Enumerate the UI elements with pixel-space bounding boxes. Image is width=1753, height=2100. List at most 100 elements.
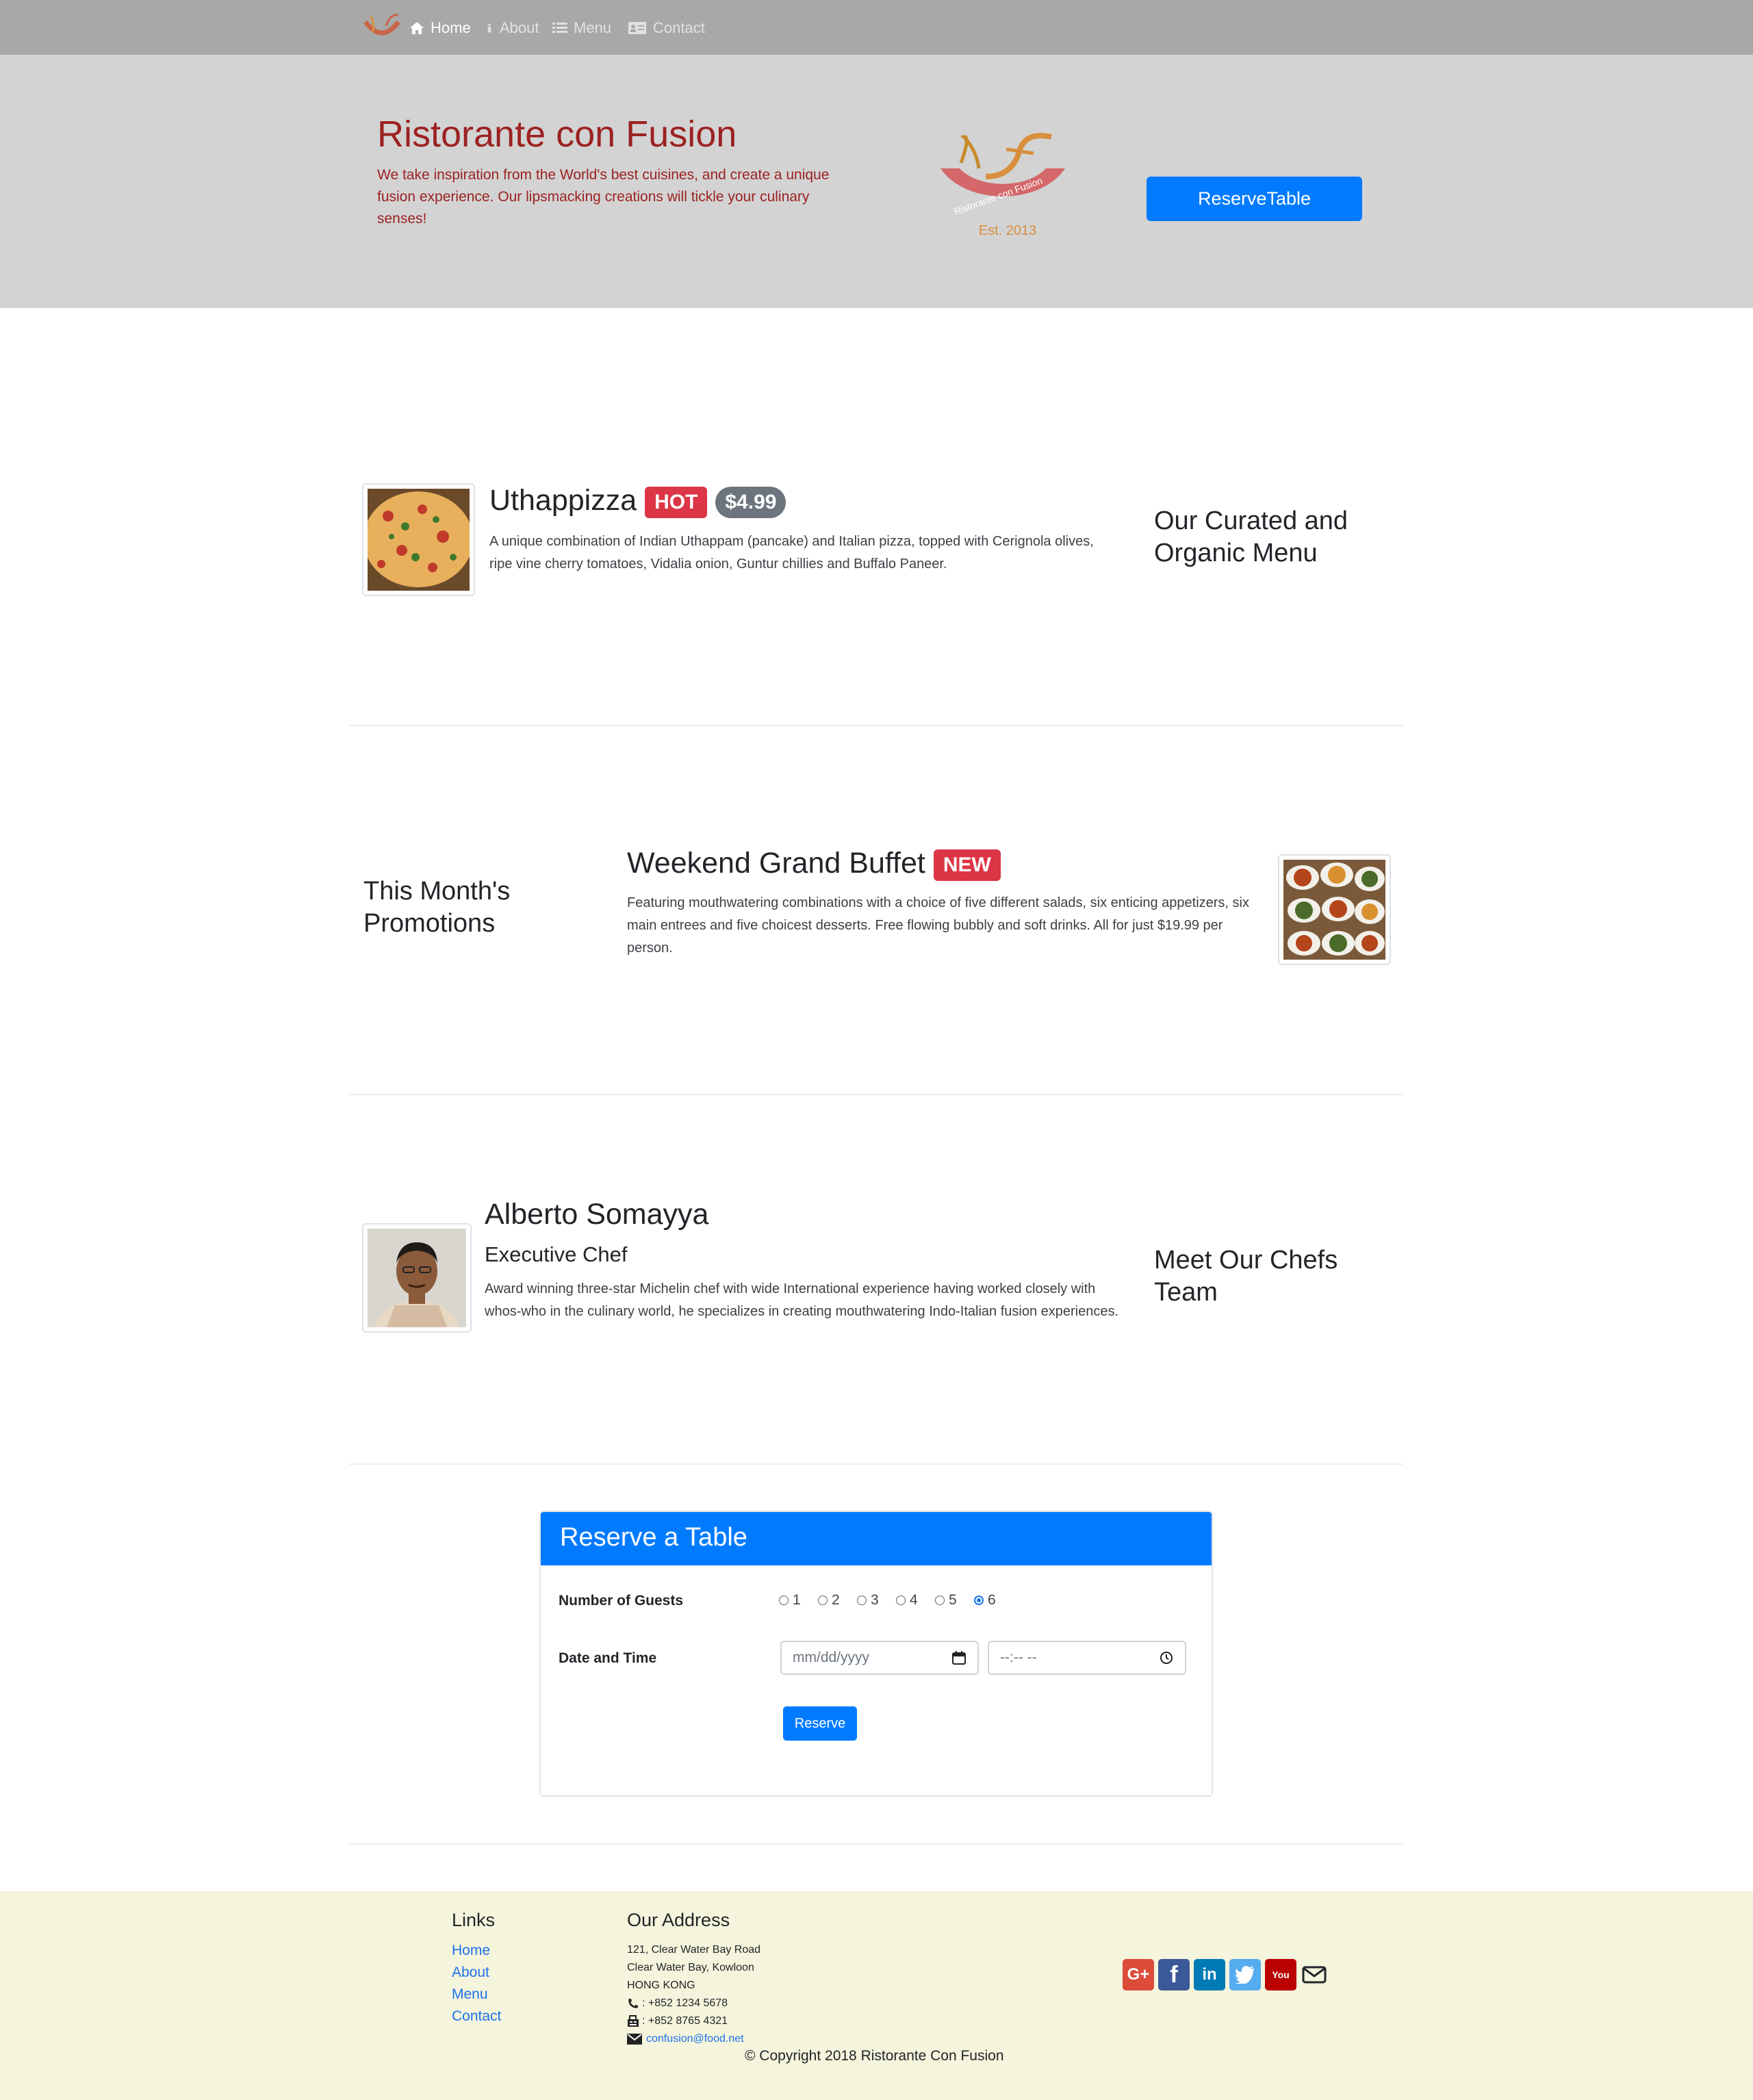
chef-section-title: Meet Our Chefs Team — [1154, 1246, 1338, 1307]
dish-name: Uthappizza — [489, 484, 637, 517]
radio-circle-selected[interactable] — [974, 1596, 984, 1605]
facebook-icon[interactable]: f — [1158, 1959, 1190, 1990]
chef-name: Alberto Somayya — [485, 1198, 709, 1231]
linkedin-icon[interactable]: in — [1194, 1959, 1225, 1990]
footer-link-about[interactable]: About — [452, 1962, 501, 1984]
phone-row: : +852 1234 5678 — [627, 1995, 760, 2012]
card-header: Reserve a Table — [541, 1512, 1212, 1565]
footer-links: Home About Menu Contact — [452, 1940, 501, 2027]
guests-label: Number of Guests — [559, 1593, 684, 1609]
chef-designation: Executive Chef — [485, 1242, 628, 1266]
copyright-text: © Copyright 2018 Ristorante Con Fusion — [745, 2048, 1004, 2064]
guest-radio-4[interactable]: 4 — [896, 1592, 918, 1609]
dish-description: A unique combination of Indian Uthappam … — [489, 534, 1094, 572]
social-glyph: in — [1202, 1965, 1217, 1984]
divider — [349, 725, 1403, 726]
address-card-icon — [628, 22, 646, 34]
promotion-description: Featuring mouthwatering combinations wit… — [627, 895, 1249, 956]
phone-icon — [628, 1999, 638, 2008]
chef-description: Award winning three-star Michelin chef w… — [485, 1281, 1119, 1319]
nav-about-label: About — [500, 19, 539, 36]
guest-option-label: 4 — [910, 1592, 918, 1608]
price-badge: $4.99 — [715, 486, 786, 518]
time-input[interactable]: --:-- -- — [988, 1641, 1186, 1675]
envelope-icon[interactable] — [1302, 1966, 1327, 1987]
divider — [349, 1094, 1403, 1095]
calendar-icon[interactable] — [951, 1650, 967, 1665]
guest-radio-3[interactable]: 3 — [857, 1592, 879, 1609]
nav-contact[interactable]: Contact — [627, 16, 705, 40]
radio-circle[interactable] — [896, 1596, 906, 1605]
logo-est-text: Est. 2013 — [979, 223, 1037, 238]
footer-link-contact[interactable]: Contact — [452, 2006, 501, 2027]
guest-option-label: 1 — [793, 1592, 801, 1608]
guest-option-label: 3 — [871, 1592, 879, 1608]
promotion-name: Weekend Grand Buffet — [627, 847, 925, 880]
info-icon — [487, 23, 491, 33]
nav-about[interactable]: About — [485, 16, 539, 40]
fax-icon — [628, 2015, 639, 2027]
datetime-label: Date and Time — [559, 1650, 657, 1666]
brand-logo-icon[interactable] — [363, 12, 401, 41]
nav-menu-label: Menu — [574, 19, 612, 36]
dish-heading: Uthappizza HOT $4.99 — [489, 484, 786, 518]
guest-option-label: 5 — [949, 1592, 957, 1608]
radio-circle[interactable] — [779, 1596, 789, 1605]
reserve-submit-button[interactable]: Reserve — [783, 1706, 857, 1741]
dish-thumbnail — [362, 483, 475, 596]
twitter-bird — [1235, 1966, 1255, 1984]
guest-option-label: 2 — [832, 1592, 840, 1608]
brand-title: Ristorante con Fusion — [377, 114, 737, 155]
time-placeholder: --:-- -- — [1000, 1650, 1037, 1665]
list-icon — [552, 23, 567, 33]
brand-description: We take inspiration from the World's bes… — [377, 167, 830, 227]
footer-link-menu[interactable]: Menu — [452, 1984, 501, 2006]
nav-home-label: Home — [431, 19, 471, 36]
dish-section-title: Our Curated and Organic Menu — [1154, 507, 1348, 567]
social-glyph: You — [1272, 1969, 1290, 1980]
restaurant-logo: Est. 2013 Ristorante con Fusion — [931, 129, 1087, 245]
footer-links-title: Links — [452, 1910, 496, 1930]
twitter-icon[interactable] — [1229, 1959, 1261, 1990]
address-line: 121, Clear Water Bay Road — [627, 1944, 761, 1956]
reserve-form-card: Reserve a Table Number of Guests 1 2 3 4… — [539, 1511, 1213, 1797]
jumbotron — [0, 55, 1753, 308]
promotion-section-title: This Month's Promotions — [363, 877, 511, 938]
radio-circle[interactable] — [818, 1596, 828, 1605]
footer — [0, 1891, 1753, 2100]
address-line: Clear Water Bay, Kowloon — [627, 1962, 754, 1973]
radio-circle[interactable] — [857, 1596, 867, 1605]
social-glyph: f — [1170, 1961, 1178, 1988]
date-input[interactable]: mm/dd/yyyy — [780, 1641, 979, 1675]
fax-row: : +852 8765 4321 — [627, 2012, 760, 2030]
hot-badge: HOT — [645, 486, 708, 518]
home-icon — [410, 22, 424, 34]
radio-circle[interactable] — [935, 1596, 945, 1605]
guest-option-label: 6 — [988, 1592, 996, 1608]
divider — [349, 1463, 1403, 1465]
chef-photo — [362, 1223, 472, 1333]
guest-radio-5[interactable]: 5 — [935, 1592, 957, 1609]
email-row: confusion@food.net — [627, 2030, 760, 2048]
footer-address-title: Our Address — [627, 1910, 730, 1930]
promotion-heading: Weekend Grand Buffet NEW — [627, 847, 1001, 881]
nav-menu[interactable]: Menu — [552, 16, 611, 40]
envelope-icon — [627, 2034, 642, 2045]
clock-icon[interactable] — [1159, 1650, 1174, 1665]
social-glyph: G+ — [1127, 1965, 1150, 1984]
footer-link-home[interactable]: Home — [452, 1940, 501, 1962]
fax-number: : +852 8765 4321 — [642, 2015, 728, 2027]
nav-home[interactable]: Home — [409, 16, 471, 40]
card-title: Reserve a Table — [560, 1523, 747, 1552]
reserve-table-button[interactable]: ReserveTable — [1147, 177, 1362, 221]
youtube-icon[interactable]: You — [1265, 1959, 1296, 1990]
guest-radio-6[interactable]: 6 — [974, 1592, 996, 1609]
promotion-thumbnail — [1278, 854, 1391, 965]
guest-radio-1[interactable]: 1 — [779, 1592, 801, 1609]
guest-radio-2[interactable]: 2 — [818, 1592, 840, 1609]
email-link[interactable]: confusion@food.net — [646, 2030, 744, 2048]
navbar: Home About Menu Contact — [0, 0, 1753, 55]
address-line: HONG KONG — [627, 1980, 695, 1991]
phone-number: : +852 1234 5678 — [642, 1997, 728, 2009]
google-plus-icon[interactable]: G+ — [1123, 1959, 1154, 1990]
